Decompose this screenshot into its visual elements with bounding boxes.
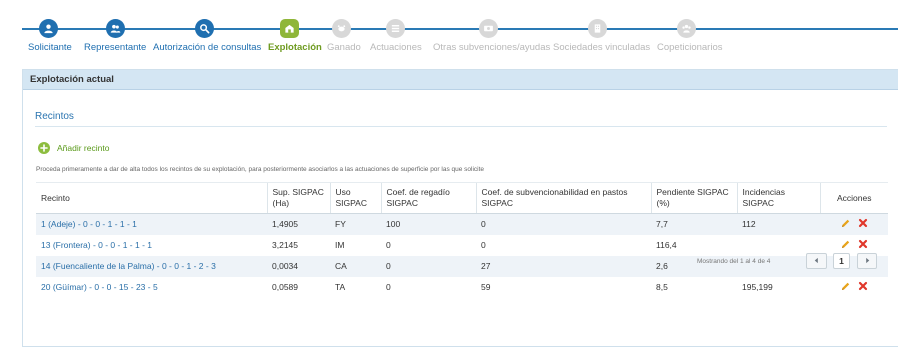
- page-number-button[interactable]: 1: [833, 253, 850, 269]
- cell-pendiente: 116,4: [656, 240, 677, 250]
- cell-uso: IM: [335, 240, 345, 250]
- edit-icon[interactable]: [840, 218, 851, 231]
- cell-incidencias: 195,199: [742, 282, 773, 292]
- cell-subvencionabilidad: 27: [476, 255, 651, 277]
- search-icon: [195, 19, 214, 38]
- edit-icon[interactable]: [840, 239, 851, 252]
- cell-acciones: [820, 277, 888, 298]
- table-row: 1 (Adeje) - 0 - 0 - 1 - 1 - 1 1,4905 FY …: [36, 213, 888, 235]
- col-header-recinto[interactable]: Recinto: [36, 182, 267, 214]
- cell-superficie: 0,0589: [272, 282, 298, 292]
- wizard-line: [22, 28, 898, 30]
- recintos-table: Recinto Sup. SIGPAC (Ha) Uso SIGPAC Coef…: [36, 182, 888, 298]
- explotacion-panel: Explotación actual Recintos Añadir recin…: [22, 69, 898, 347]
- cell-uso: CA: [330, 255, 381, 277]
- cell-uso: TA: [335, 282, 346, 292]
- table-row: 20 (Güímar) - 0 - 0 - 15 - 23 - 5 0,0589…: [36, 277, 888, 298]
- recinto-link[interactable]: 1 (Adeje) - 0 - 0 - 1 - 1 - 1: [36, 213, 267, 235]
- cell-pendiente: 8,5: [656, 282, 668, 292]
- cell-regadio: 0: [381, 255, 476, 277]
- cell-pendiente: 7,7: [651, 213, 737, 235]
- delete-icon[interactable]: [858, 239, 868, 251]
- add-recinto-label: Añadir recinto: [57, 143, 110, 153]
- farm-icon: [280, 19, 299, 38]
- col-header-uso[interactable]: Uso SIGPAC: [329, 182, 381, 214]
- col-header-subvencionabilidad[interactable]: Coef. de subvencionabilidad en pastos SI…: [475, 182, 651, 214]
- cow-icon: [332, 19, 351, 38]
- prev-page-button[interactable]: [806, 253, 827, 269]
- step-label: Sociedades vinculadas: [553, 42, 651, 53]
- wizard-steps: Solicitante Representante Autorización d…: [0, 0, 898, 58]
- cell-acciones: [820, 235, 888, 256]
- tasks-icon: [386, 19, 405, 38]
- recinto-link[interactable]: 13 (Frontera) - 0 - 0 - 1 - 1 - 1: [36, 235, 267, 256]
- plus-icon: [38, 142, 50, 154]
- cell-regadio: 0: [386, 282, 391, 292]
- group-icon: [677, 19, 696, 38]
- cell-acciones: [820, 255, 888, 277]
- section-divider: [35, 126, 887, 127]
- users-icon: [106, 19, 125, 38]
- panel-title: Explotación actual: [23, 70, 898, 90]
- delete-icon[interactable]: [858, 218, 868, 230]
- cell-superficie: 0,0034: [267, 255, 330, 277]
- recinto-link[interactable]: 14 (Fuencaliente de la Palma) - 0 - 0 - …: [36, 255, 267, 277]
- step-label: Representante: [84, 42, 147, 53]
- cell-superficie: 3,2145: [272, 240, 298, 250]
- step-label: Explotación: [268, 42, 322, 53]
- cell-subvencionabilidad: 0: [481, 240, 486, 250]
- table-header-row: Recinto Sup. SIGPAC (Ha) Uso SIGPAC Coef…: [36, 182, 888, 214]
- user-icon: [39, 19, 58, 38]
- step-label: Actuaciones: [370, 42, 422, 53]
- cell-acciones: [820, 213, 888, 235]
- table-info: Mostrando del 1 al 4 de 4: [697, 258, 771, 265]
- help-text: Proceda primeramente a dar de alta todos…: [36, 166, 485, 173]
- recinto-link[interactable]: 20 (Güímar) - 0 - 0 - 15 - 23 - 5: [36, 277, 267, 298]
- cell-regadio: 0: [386, 240, 391, 250]
- delete-icon[interactable]: [858, 281, 868, 293]
- chevron-left-icon: [813, 256, 820, 266]
- money-icon: [479, 19, 498, 38]
- edit-icon[interactable]: [840, 281, 851, 294]
- step-label: Otras subvenciones/ayudas: [433, 42, 551, 53]
- col-header-acciones: Acciones: [819, 182, 888, 214]
- col-header-regadio[interactable]: Coef. de regadío SIGPAC: [380, 182, 476, 214]
- step-label: Copeticionarios: [657, 42, 723, 53]
- cell-regadio: 100: [381, 213, 476, 235]
- cell-subvencionabilidad: 0: [476, 213, 651, 235]
- next-page-button[interactable]: [857, 253, 877, 269]
- step-label: Autorización de consultas: [153, 42, 262, 53]
- cell-incidencias: 112: [737, 213, 820, 235]
- cell-superficie: 1,4905: [267, 213, 330, 235]
- cell-subvencionabilidad: 59: [481, 282, 491, 292]
- col-header-superficie[interactable]: Sup. SIGPAC (Ha): [266, 182, 330, 214]
- col-header-incidencias[interactable]: Incidencias SIGPAC: [736, 182, 820, 214]
- step-label: Solicitante: [28, 42, 72, 53]
- col-header-pendiente[interactable]: Pendiente SIGPAC (%): [650, 182, 737, 214]
- building-icon: [588, 19, 607, 38]
- chevron-right-icon: [864, 256, 871, 266]
- step-label: Ganado: [327, 42, 361, 53]
- cell-uso: FY: [330, 213, 381, 235]
- section-title: Recintos: [35, 111, 74, 122]
- table-row: 13 (Frontera) - 0 - 0 - 1 - 1 - 1 3,2145…: [36, 235, 888, 256]
- add-recinto-button[interactable]: Añadir recinto: [38, 142, 109, 154]
